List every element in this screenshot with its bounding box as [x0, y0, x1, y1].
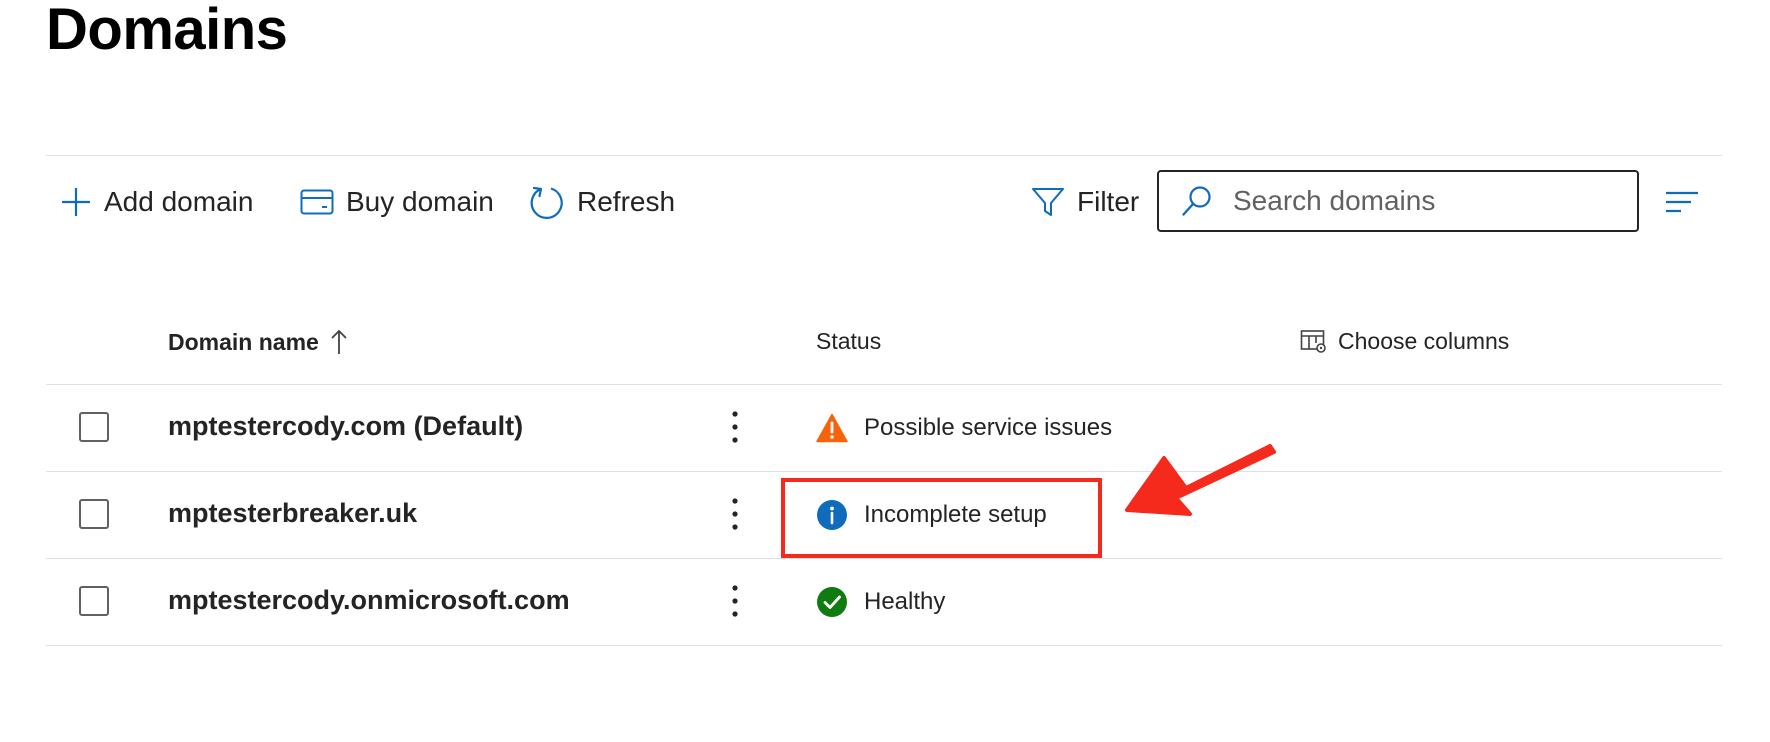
- table-header: Domain name Status Choose columns: [46, 310, 1722, 385]
- column-header-domain-name[interactable]: Domain name: [168, 328, 349, 356]
- search-box[interactable]: [1157, 170, 1639, 232]
- table-row[interactable]: mptestercody.com (Default) Possible serv…: [46, 385, 1722, 472]
- list-view-icon: [1666, 191, 1698, 213]
- buy-domain-label: Buy domain: [346, 186, 494, 217]
- status-cell: Possible service issues: [816, 411, 1112, 445]
- plus-icon: [62, 188, 90, 216]
- add-domain-button[interactable]: Add domain: [60, 166, 253, 238]
- check-circle-icon: [817, 587, 847, 617]
- more-actions-button[interactable]: [720, 405, 750, 449]
- credit-card-icon: [300, 189, 334, 215]
- add-domain-label: Add domain: [104, 186, 254, 217]
- refresh-label: Refresh: [577, 186, 676, 217]
- choose-columns-button[interactable]: Choose columns: [1300, 328, 1509, 355]
- domain-name-link[interactable]: mptesterbreaker.uk: [168, 498, 417, 529]
- row-checkbox[interactable]: [79, 586, 109, 616]
- refresh-button[interactable]: Refresh: [529, 166, 675, 238]
- table-row[interactable]: mptesterbreaker.uk Incomplete setup: [46, 472, 1722, 559]
- column-header-domain-name-label: Domain name: [168, 328, 319, 355]
- filter-icon: [1032, 188, 1064, 216]
- more-vertical-icon: [732, 498, 738, 530]
- domain-name-link[interactable]: mptestercody.com (Default): [168, 411, 523, 442]
- status-cell: Healthy: [816, 585, 945, 619]
- page-title: Domains: [46, 0, 288, 62]
- more-actions-button[interactable]: [720, 579, 750, 623]
- status-cell: Incomplete setup: [816, 498, 1047, 532]
- refresh-icon: [530, 186, 563, 219]
- domains-page: Domains Add domain Buy domain Refresh Fi…: [0, 0, 1770, 742]
- row-checkbox[interactable]: [79, 499, 109, 529]
- sort-ascending-icon: [331, 329, 347, 354]
- choose-columns-label: Choose columns: [1338, 328, 1510, 354]
- row-checkbox[interactable]: [79, 412, 109, 442]
- status-label: Incomplete setup: [864, 501, 1047, 528]
- column-header-status[interactable]: Status: [816, 328, 881, 355]
- table-row[interactable]: mptestercody.onmicrosoft.com Healthy: [46, 559, 1722, 646]
- search-icon: [1182, 186, 1211, 216]
- toolbar: Add domain Buy domain Refresh Filter: [46, 166, 1722, 238]
- search-input[interactable]: [1231, 184, 1615, 218]
- choose-columns-icon: [1300, 329, 1326, 353]
- status-label: Healthy: [864, 588, 946, 615]
- more-actions-button[interactable]: [720, 492, 750, 536]
- more-vertical-icon: [732, 585, 738, 617]
- info-icon: [817, 500, 847, 530]
- toolbar-divider: [46, 155, 1722, 156]
- more-vertical-icon: [732, 411, 738, 443]
- view-options-button[interactable]: [1662, 182, 1702, 222]
- warning-icon: [816, 413, 848, 443]
- domain-name-link[interactable]: mptestercody.onmicrosoft.com: [168, 585, 570, 616]
- buy-domain-button[interactable]: Buy domain: [300, 166, 494, 238]
- status-label: Possible service issues: [864, 414, 1113, 441]
- filter-button[interactable]: Filter: [1031, 166, 1139, 238]
- filter-label: Filter: [1077, 186, 1140, 217]
